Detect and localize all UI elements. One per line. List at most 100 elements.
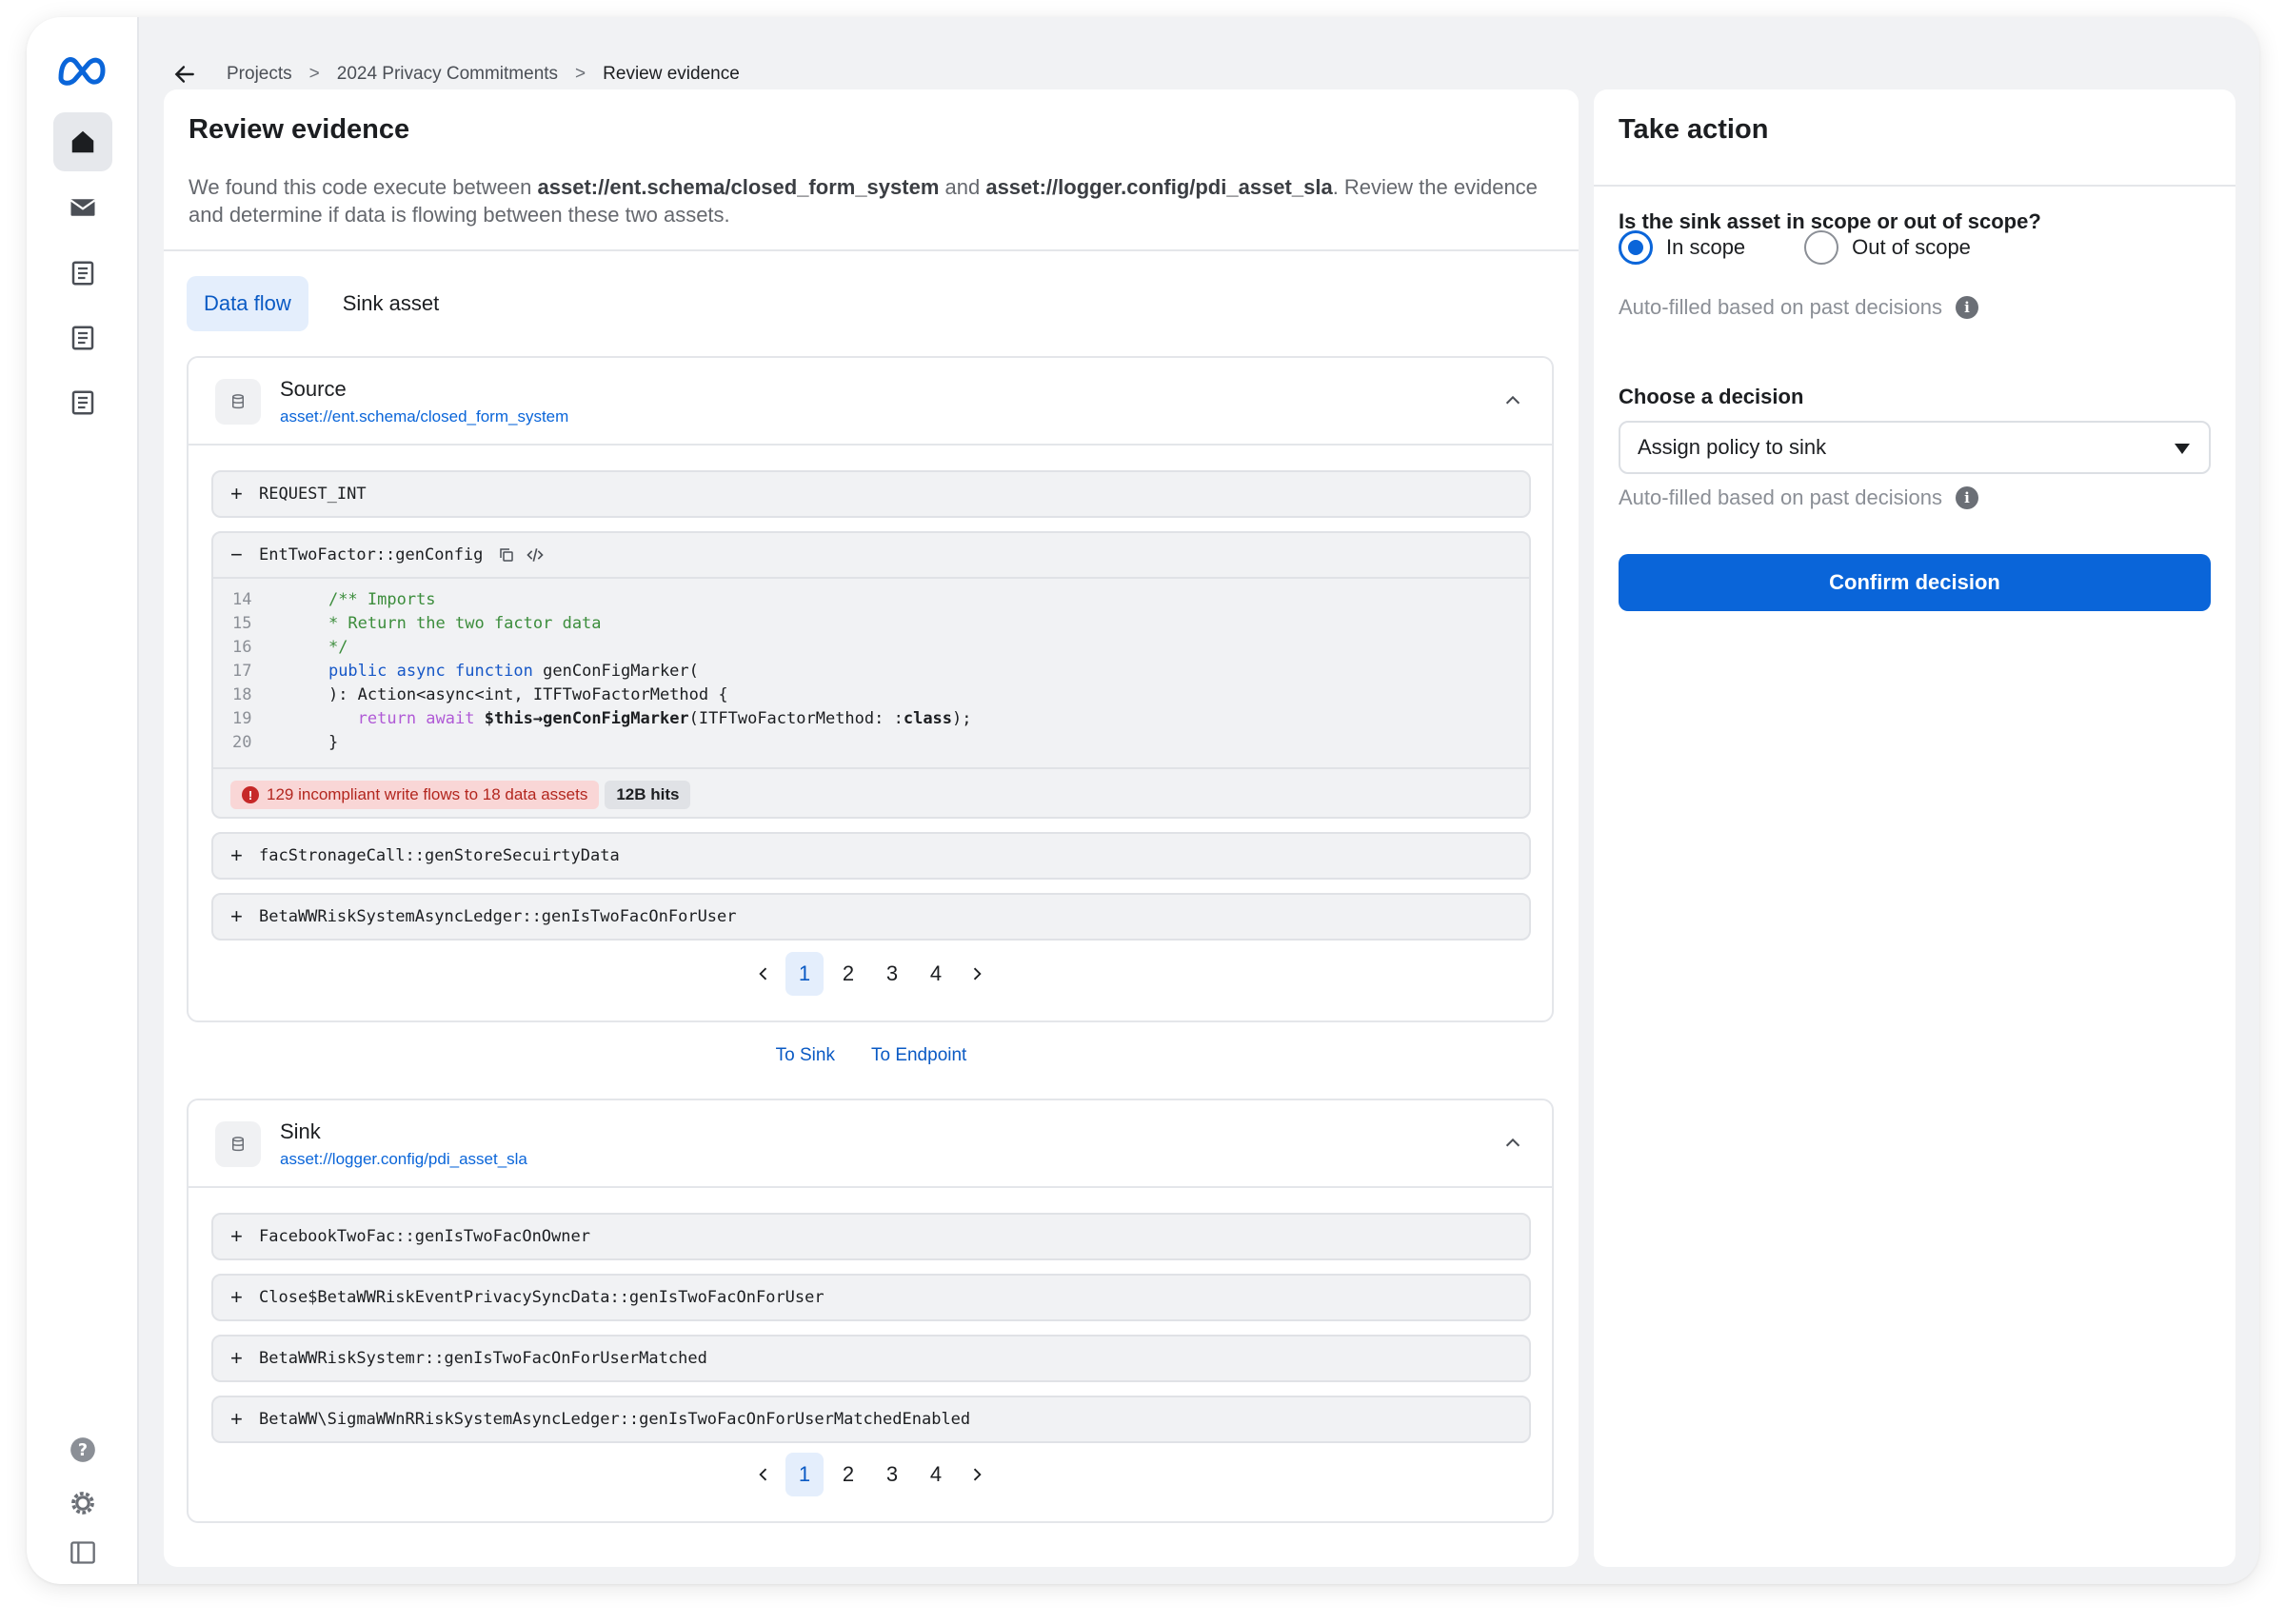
code-text: (ITFTwoFactorMethod: : — [688, 709, 904, 728]
desc-text: We found this code execute between — [189, 175, 538, 199]
take-action-card: Take action Is the sink asset in scope o… — [1594, 89, 2235, 1567]
badge-row: ! 129 incompliant write flows to 18 data… — [213, 769, 1529, 809]
radio-in-scope[interactable]: In scope — [1619, 230, 1745, 265]
source-panel-header[interactable]: Source asset://ent.schema/closed_form_sy… — [189, 358, 1552, 446]
page-button[interactable]: 4 — [917, 1453, 955, 1496]
warning-badge[interactable]: ! 129 incompliant write flows to 18 data… — [230, 781, 600, 809]
code-line: 17 public async function genConFigMarker… — [213, 662, 1529, 685]
chevron-up-icon[interactable] — [1502, 1133, 1523, 1154]
copy-icon[interactable] — [496, 545, 517, 565]
flow-row-label: BetaWWRiskSystemr::genIsTwoFacOnForUserM… — [259, 1349, 707, 1368]
back-arrow-icon[interactable] — [169, 59, 200, 89]
sink-panel: Sink asset://logger.config/pdi_asset_sla… — [187, 1099, 1554, 1523]
decision-select[interactable]: Assign policy to sink — [1619, 421, 2211, 474]
code-keyword: public async function — [328, 662, 533, 681]
expand-icon: + — [230, 843, 243, 867]
page-button[interactable]: 1 — [785, 952, 824, 996]
code-line: 18 ): Action<async<int, ITFTwoFactorMeth… — [213, 685, 1529, 709]
database-icon — [215, 379, 261, 425]
info-icon[interactable]: i — [1956, 486, 1978, 509]
breadcrumb-separator: > — [575, 64, 586, 84]
tab-data-flow[interactable]: Data flow — [187, 276, 308, 331]
code-icon[interactable] — [525, 545, 546, 565]
chevron-right-icon[interactable] — [961, 1453, 993, 1496]
line-number: 18 — [232, 685, 252, 704]
source-title: Source — [280, 377, 347, 401]
chevron-up-icon[interactable] — [1502, 390, 1523, 411]
flow-row-label: Close$BetaWWRiskEventPrivacySyncData::ge… — [259, 1288, 825, 1307]
sink-asset-ref: asset://logger.config/pdi_asset_sla — [985, 175, 1333, 199]
page-button[interactable]: 3 — [873, 1453, 911, 1496]
decision-select-value: Assign policy to sink — [1638, 435, 1827, 459]
flow-row[interactable]: + BetaWW\SigmaWWnRRiskSystemAsyncLedger:… — [211, 1396, 1531, 1443]
radio-unselected-icon — [1804, 230, 1839, 265]
radio-out-of-scope[interactable]: Out of scope — [1804, 230, 1971, 265]
divider — [1594, 185, 2235, 187]
desc-text: and — [939, 175, 986, 199]
tab-bar: Data flow Sink asset — [187, 276, 456, 331]
code-line: 14 /** Imports — [213, 590, 1529, 614]
expand-icon: + — [230, 482, 243, 505]
expand-icon: + — [230, 1285, 243, 1309]
app-window: ? Projects > 2024 Privacy Commitments > … — [27, 17, 2259, 1584]
settings-icon[interactable] — [67, 1487, 99, 1519]
flow-row-label: BetaWWRiskSystemAsyncLedger::genIsTwoFac… — [259, 907, 737, 926]
meta-logo-icon[interactable] — [55, 50, 109, 88]
to-sink-link[interactable]: To Sink — [776, 1045, 835, 1066]
source-asset-link[interactable]: asset://ent.schema/closed_form_system — [280, 407, 568, 426]
autofill-hint: Auto-filled based on past decisions i — [1619, 485, 1978, 510]
chevron-right-icon[interactable] — [961, 952, 993, 996]
source-asset-ref: asset://ent.schema/closed_form_system — [537, 175, 940, 199]
flow-row[interactable]: + BetaWWRiskSystemr::genIsTwoFacOnForUse… — [211, 1335, 1531, 1382]
to-endpoint-link[interactable]: To Endpoint — [871, 1045, 966, 1066]
line-number: 15 — [232, 614, 252, 633]
collapse-icon: − — [230, 543, 243, 566]
code-snippet: 14 /** Imports 15 * Return the two facto… — [213, 579, 1529, 769]
dropdown-caret-icon — [2175, 444, 2190, 454]
document-icon[interactable] — [53, 373, 112, 432]
expanded-row-header[interactable]: − EntTwoFactor::genConfig — [213, 533, 1529, 579]
chevron-left-icon[interactable] — [747, 1453, 780, 1496]
page-button[interactable]: 2 — [829, 952, 867, 996]
tab-sink-asset[interactable]: Sink asset — [326, 276, 457, 331]
code-text: /** Imports — [328, 590, 436, 609]
code-text: class — [903, 709, 953, 728]
sink-title: Sink — [280, 1119, 321, 1143]
code-text: * Return the two factor data — [328, 614, 602, 633]
breadcrumb-projects[interactable]: Projects — [227, 64, 292, 85]
code-line: 15 * Return the two factor data — [213, 614, 1529, 638]
sink-asset-link[interactable]: asset://logger.config/pdi_asset_sla — [280, 1150, 527, 1169]
page-button[interactable]: 1 — [785, 1453, 824, 1496]
review-description: We found this code execute between asset… — [189, 173, 1550, 228]
document-icon[interactable] — [53, 244, 112, 303]
flow-row[interactable]: + BetaWWRiskSystemAsyncLedger::genIsTwoF… — [211, 893, 1531, 941]
flow-links: To Sink To Endpoint — [164, 1045, 1579, 1066]
code-keyword: return await — [357, 709, 475, 728]
sink-panel-header[interactable]: Sink asset://logger.config/pdi_asset_sla — [189, 1100, 1552, 1188]
home-icon[interactable] — [53, 112, 112, 171]
sidebar-toggle-icon[interactable] — [67, 1536, 99, 1569]
document-icon[interactable] — [53, 308, 112, 367]
flow-row[interactable]: + Close$BetaWWRiskEventPrivacySyncData::… — [211, 1274, 1531, 1321]
code-line: 20 } — [213, 733, 1529, 757]
page-button[interactable]: 2 — [829, 1453, 867, 1496]
info-icon[interactable]: i — [1956, 296, 1978, 319]
flow-row[interactable]: + FacebookTwoFac::genIsTwoFacOnOwner — [211, 1213, 1531, 1260]
page-button[interactable]: 4 — [917, 952, 955, 996]
page-button[interactable]: 3 — [873, 952, 911, 996]
source-panel: Source asset://ent.schema/closed_form_sy… — [187, 356, 1554, 1022]
code-text: */ — [328, 638, 348, 657]
breadcrumb-project[interactable]: 2024 Privacy Commitments — [337, 64, 558, 85]
mail-icon[interactable] — [53, 178, 112, 237]
flow-row[interactable]: + REQUEST_INT — [211, 470, 1531, 518]
sink-pagination: 1 2 3 4 — [189, 1453, 1552, 1496]
flow-row[interactable]: + facStronageCall::genStoreSecuirtyData — [211, 832, 1531, 880]
breadcrumb-current: Review evidence — [603, 64, 740, 84]
chevron-left-icon[interactable] — [747, 952, 780, 996]
help-icon[interactable]: ? — [67, 1434, 99, 1466]
confirm-decision-button[interactable]: Confirm decision — [1619, 554, 2211, 611]
flow-row-label: REQUEST_INT — [259, 485, 367, 504]
breadcrumb-separator: > — [308, 64, 320, 84]
radio-label: Out of scope — [1852, 235, 1971, 259]
source-pagination: 1 2 3 4 — [189, 952, 1552, 996]
